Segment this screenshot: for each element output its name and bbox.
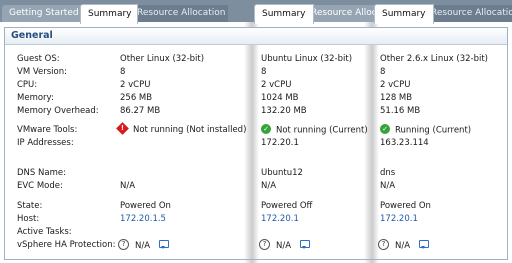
vm3-vm-version: 8 <box>380 67 386 77</box>
vm3-ip-address: 163.23.114 <box>380 138 429 148</box>
vm2-tools-status: Not running (Current) <box>276 125 368 136</box>
label-vm-version: VM Version: <box>17 67 67 77</box>
tab-bar: Getting Started Summary Resource Allocat… <box>0 0 512 24</box>
tab-resource-allocation-2[interactable]: Resource Allocation <box>304 5 376 22</box>
vm1-memory-overhead: 86.27 MB <box>120 106 161 116</box>
help-question-icon[interactable]: ? <box>378 239 389 250</box>
tab-label: Summary <box>88 9 132 19</box>
label-vmware-tools: VMware Tools: <box>17 125 78 135</box>
vm2-state: Powered Off <box>261 201 313 211</box>
vm1-state: Powered On <box>120 201 171 211</box>
vm3-vmware-tools: ✓ Running (Current) <box>380 124 472 137</box>
vm2-memory: 1024 MB <box>261 93 299 103</box>
comment-bubble-icon[interactable] <box>159 239 170 249</box>
vm1-vm-version: 8 <box>120 67 126 77</box>
label-state: State: <box>17 201 43 211</box>
vm2-host-link[interactable]: 172.20.1 <box>261 214 299 225</box>
tab-summary-1[interactable]: Summary <box>80 4 138 24</box>
ok-check-icon: ✓ <box>261 124 271 134</box>
panel-title: General <box>11 30 53 41</box>
label-evc-mode: EVC Mode: <box>17 181 63 191</box>
vm1-tools-status: Not running (Not installed) <box>133 125 247 135</box>
tab-label: Resource Allocation <box>311 8 376 18</box>
vm3-memory: 128 MB <box>380 93 413 103</box>
tab-getting-started[interactable]: Getting Started <box>2 5 81 22</box>
ok-check-icon: ✓ <box>380 124 390 134</box>
vm2-memory-overhead: 132.20 MB <box>261 106 307 116</box>
vm3-ha-value: N/A <box>395 241 411 251</box>
vm1-ha-value: N/A <box>135 241 151 251</box>
general-panel-header[interactable]: General <box>5 28 507 45</box>
vm3-state: Powered On <box>380 201 431 211</box>
vm-summary-screen: Getting Started Summary Resource Allocat… <box>0 0 512 263</box>
tab-label: Resource Allocation <box>431 8 512 18</box>
label-memory: Memory: <box>17 93 54 103</box>
vm1-host-link[interactable]: 172.20.1.5 <box>120 214 166 225</box>
vm2-guest-os: Ubuntu Linux (32-bit) <box>261 54 353 64</box>
vm2-dns-name: Ubuntu12 <box>261 168 303 178</box>
vm1-memory: 256 MB <box>120 93 153 103</box>
vm1-cpu: 2 vCPU <box>120 80 151 90</box>
tab-label: Summary <box>262 9 306 19</box>
label-cpu: CPU: <box>17 80 38 90</box>
label-memory-overhead: Memory Overhead: <box>17 106 99 116</box>
label-host: Host: <box>17 214 40 224</box>
label-ha-protection: vSphere HA Protection: <box>17 240 116 250</box>
vm1-guest-os: Other Linux (32-bit) <box>120 54 205 64</box>
label-guest-os: Guest OS: <box>17 54 60 64</box>
label-dns-name: DNS Name: <box>17 168 66 178</box>
help-question-icon[interactable]: ? <box>259 239 270 250</box>
tab-label: Summary <box>382 9 426 19</box>
vm2-ha-protection: ? N/A <box>259 239 311 252</box>
comment-bubble-icon[interactable] <box>300 239 311 249</box>
vm3-ha-protection: ? N/A <box>378 239 430 252</box>
comment-bubble-icon[interactable] <box>419 239 430 249</box>
vm2-vmware-tools: ✓ Not running (Current) <box>261 124 368 137</box>
label-ip-addresses: IP Addresses: <box>17 138 74 148</box>
label-active-tasks: Active Tasks: <box>17 227 72 237</box>
vm3-guest-os: Other 2.6.x Linux (32-bit) <box>380 54 488 64</box>
vm3-cpu: 2 vCPU <box>380 80 411 90</box>
error-diamond-icon: ! <box>116 122 129 135</box>
vm2-ip-address: 172.20.1 <box>261 138 299 148</box>
vm3-memory-overhead: 51.16 MB <box>380 106 421 116</box>
tab-resource-allocation-3[interactable]: Resource Allocation <box>424 5 512 22</box>
vm3-host-link[interactable]: 172.20.1 <box>380 214 418 225</box>
vm3-dns-name: dns <box>380 168 396 178</box>
vm2-evc-mode: N/A <box>261 181 277 191</box>
vm1-vmware-tools: ! Not running (Not installed) <box>116 122 247 136</box>
tab-summary-3[interactable]: Summary <box>374 4 434 24</box>
vm3-tools-status: Running (Current) <box>395 125 472 136</box>
vm1-evc-mode: N/A <box>120 181 136 191</box>
tab-summary-2[interactable]: Summary <box>254 4 314 24</box>
vm3-evc-mode: N/A <box>380 181 396 191</box>
tab-label: Resource Allocation <box>137 8 226 18</box>
vm2-cpu: 2 vCPU <box>261 80 292 90</box>
help-question-icon[interactable]: ? <box>118 239 129 250</box>
vm2-vm-version: 8 <box>261 67 267 77</box>
vm1-ha-protection: ? N/A <box>118 239 170 252</box>
tab-label: Getting Started <box>9 8 79 18</box>
vm2-ha-value: N/A <box>276 241 292 251</box>
tab-resource-allocation-1[interactable]: Resource Allocation <box>130 5 228 22</box>
